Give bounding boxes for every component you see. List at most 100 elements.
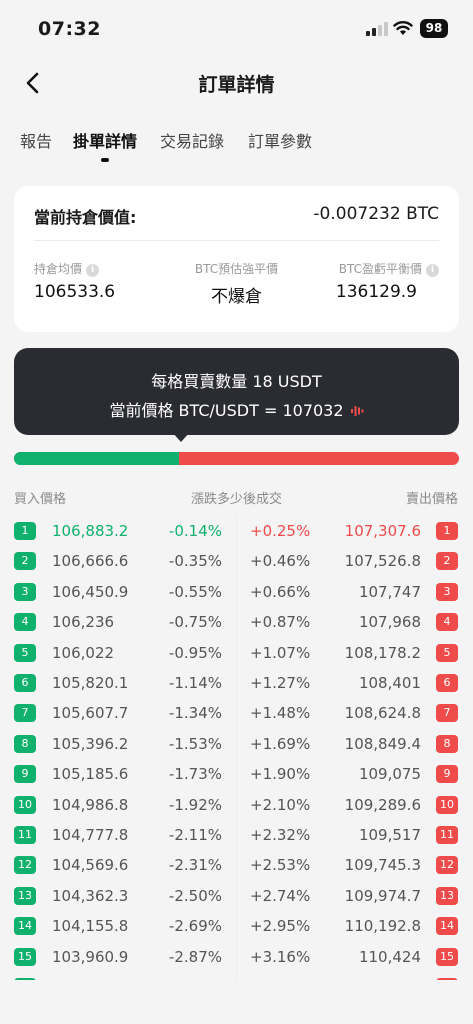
sell-change: +1.90% bbox=[250, 765, 311, 784]
buy-price: 104,362.3 bbox=[52, 886, 129, 905]
buy-level-badge: 16 bbox=[14, 978, 36, 980]
info-icon[interactable]: i bbox=[426, 264, 439, 277]
buy-price: 106,666.6 bbox=[52, 552, 129, 571]
buy-change: -1.14% bbox=[168, 674, 222, 692]
sell-level-badge: 15 bbox=[436, 947, 458, 966]
table-row: 13 104,362.3 -2.50% +2.74% 109,974.7 13 bbox=[0, 883, 473, 913]
sell-level-badge: 3 bbox=[436, 582, 458, 601]
wifi-icon bbox=[393, 21, 413, 35]
sell-price: 108,849.4 bbox=[344, 734, 421, 753]
sell-price: 108,178.2 bbox=[344, 643, 421, 662]
breakeven-price-label: BTC盈虧平衡價 i bbox=[339, 260, 439, 277]
tab-order-params[interactable]: 訂單參數 bbox=[248, 128, 312, 152]
price-tooltip: 每格買賣數量 18 USDT 當前價格 BTC/USDT = 107032 bbox=[14, 348, 459, 435]
table-row: 2 106,666.6 -0.35% +0.46% 107,526.8 2 bbox=[0, 548, 473, 578]
buy-level-badge: 13 bbox=[14, 886, 36, 905]
buy-price: 104,777.8 bbox=[52, 826, 129, 844]
status-bar: 07:32 98 bbox=[0, 0, 473, 60]
sell-price: 107,968 bbox=[358, 613, 421, 632]
pulse-icon bbox=[350, 406, 364, 416]
sell-level-badge: 1 bbox=[436, 522, 458, 540]
buy-level-badge: 11 bbox=[14, 826, 36, 844]
holding-value: -0.007232 BTC bbox=[313, 204, 439, 224]
tab-bar: 報告 掛單詳情 交易記錄 訂單參數 bbox=[0, 128, 473, 168]
sell-level-badge: 14 bbox=[436, 917, 458, 936]
buy-level-badge: 1 bbox=[14, 522, 36, 540]
buy-change: -1.92% bbox=[168, 795, 222, 814]
buy-price: 105,820.1 bbox=[52, 674, 129, 692]
holding-value-label: 當前持倉價值: bbox=[34, 208, 137, 227]
buy-price: 106,450.9 bbox=[52, 582, 129, 601]
sell-level-badge: 5 bbox=[436, 643, 458, 662]
sell-level-badge: 12 bbox=[436, 856, 458, 875]
grid-quantity-text: 每格買賣數量 18 USDT bbox=[151, 372, 322, 391]
buy-level-badge: 3 bbox=[14, 582, 36, 601]
buy-level-badge: 2 bbox=[14, 552, 36, 571]
sell-change: +2.74% bbox=[250, 886, 311, 905]
table-row: 6 105,820.1 -1.14% +1.27% 108,401 6 bbox=[0, 670, 473, 700]
sell-price: 110,424 bbox=[358, 947, 421, 966]
buy-change: -2.31% bbox=[168, 856, 222, 875]
buy-change: -1.34% bbox=[168, 704, 222, 723]
sell-change: +3.16% bbox=[250, 947, 311, 966]
sell-price: 109,289.6 bbox=[344, 795, 421, 814]
sell-price: 107,307.6 bbox=[344, 522, 421, 540]
sell-change: +1.69% bbox=[250, 734, 311, 753]
buy-level-badge: 8 bbox=[14, 734, 36, 753]
sell-level-badge: 6 bbox=[436, 674, 458, 692]
sell-level-badge: 2 bbox=[436, 552, 458, 571]
tab-report[interactable]: 報告 bbox=[20, 128, 52, 152]
buy-price: 104,155.8 bbox=[52, 917, 129, 936]
divider bbox=[34, 240, 439, 241]
buy-change: -2.50% bbox=[168, 886, 222, 905]
table-row: 4 106,236 -0.75% +0.87% 107,968 4 bbox=[0, 609, 473, 639]
table-row: 11 104,777.8 -2.11% +2.32% 109,517 11 bbox=[0, 822, 473, 852]
battery-icon: 98 bbox=[420, 19, 448, 38]
buy-change: -1.53% bbox=[168, 734, 222, 753]
position-summary-card: 當前持倉價值: -0.007232 BTC 持倉均價 i 106533.6 BTC… bbox=[14, 186, 459, 332]
tab-order-details[interactable]: 掛單詳情 bbox=[73, 128, 137, 152]
buy-price: 104,569.6 bbox=[52, 856, 129, 875]
status-time: 07:32 bbox=[38, 18, 101, 40]
buy-price: 103,755.9 bbox=[52, 978, 128, 980]
buy-change: -0.35% bbox=[168, 552, 222, 571]
sell-level-badge: 16 bbox=[436, 978, 458, 980]
cellular-signal-icon bbox=[366, 22, 388, 36]
active-tab-indicator bbox=[101, 158, 109, 162]
current-price-text: 當前價格 BTC/USDT = 107032 bbox=[14, 397, 459, 421]
page-title: 訂單詳情 bbox=[198, 74, 275, 96]
buy-price: 105,396.2 bbox=[52, 734, 129, 753]
sell-change: +0.46% bbox=[250, 552, 311, 571]
table-row: 1 106,883.2 -0.14% +0.25% 107,307.6 1 bbox=[0, 518, 473, 548]
buy-change: -0.95% bbox=[168, 643, 222, 662]
sell-price: 109,075 bbox=[358, 765, 421, 784]
buy-price: 105,607.7 bbox=[52, 704, 129, 723]
sell-price: 109,974.7 bbox=[344, 886, 421, 905]
buy-ratio-fill bbox=[14, 452, 179, 465]
sell-price: 109,517 bbox=[358, 826, 421, 844]
table-row: 3 106,450.9 -0.55% +0.66% 107,747 3 bbox=[0, 579, 473, 609]
sell-price: 109,745.3 bbox=[344, 856, 421, 875]
table-row: 16 103,755.9 -3.07% +3.38% 110,654.1 16 bbox=[0, 974, 473, 980]
buy-change: -2.69% bbox=[168, 917, 222, 936]
sell-change: +2.10% bbox=[250, 795, 311, 814]
buy-price: 106,022 bbox=[52, 643, 115, 662]
table-row: 14 104,155.8 -2.69% +2.95% 110,192.8 14 bbox=[0, 913, 473, 943]
tab-trade-history[interactable]: 交易記錄 bbox=[160, 128, 224, 152]
table-row: 15 103,960.9 -2.87% +3.16% 110,424 15 bbox=[0, 944, 473, 974]
sell-change: +3.38% bbox=[250, 978, 310, 980]
sell-change: +1.48% bbox=[250, 704, 311, 723]
table-row: 9 105,185.6 -1.73% +1.90% 109,075 9 bbox=[0, 761, 473, 791]
buy-change: -2.87% bbox=[168, 947, 222, 966]
buy-level-badge: 5 bbox=[14, 643, 36, 662]
sell-level-badge: 8 bbox=[436, 734, 458, 753]
buy-price: 103,960.9 bbox=[52, 947, 129, 966]
buy-change: -2.11% bbox=[168, 826, 222, 844]
grid-orders-table: 1 106,883.2 -0.14% +0.25% 107,307.6 1 2 106,666… bbox=[0, 514, 473, 980]
sell-level-badge: 7 bbox=[436, 704, 458, 723]
table-row: 7 105,607.7 -1.34% +1.48% 108,624.8 7 bbox=[0, 700, 473, 730]
buy-change: -1.73% bbox=[168, 765, 222, 784]
sell-price: 110,654.1 bbox=[345, 978, 421, 980]
buy-level-badge: 15 bbox=[14, 947, 36, 966]
sell-level-badge: 11 bbox=[436, 826, 458, 844]
